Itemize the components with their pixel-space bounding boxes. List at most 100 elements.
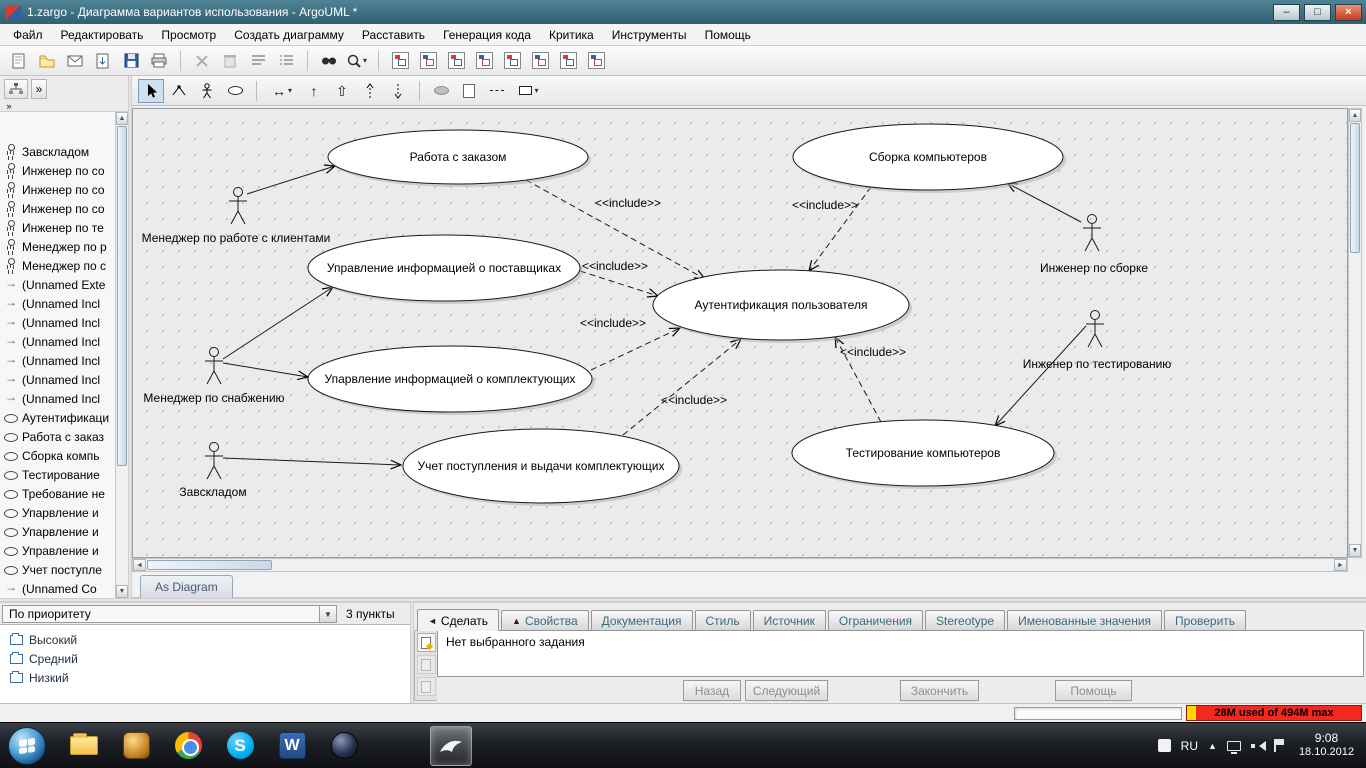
tree-item[interactable]: Работа с заказ [0,427,127,446]
broken-line-tool[interactable] [166,79,192,103]
association-warehouse-accounting[interactable] [222,457,403,470]
tree-item[interactable]: Упарвление и [0,503,127,522]
tab-constraints[interactable]: Ограничения [827,610,924,631]
import-icon[interactable] [62,48,88,73]
menu-arrange[interactable]: Расставить [353,25,434,45]
actor-testing-engineer[interactable] [1086,310,1104,348]
association-testing-engineer[interactable] [993,325,1087,428]
scroll-down-icon[interactable]: ▼ [1349,544,1361,557]
menu-help[interactable]: Помощь [696,25,760,45]
tree-item[interactable]: Завскладом [0,142,127,161]
include-tool[interactable] [385,79,411,103]
tray-app-icon[interactable] [1157,739,1171,752]
actor-manager-supply[interactable] [205,347,223,385]
directed-association-tool[interactable]: ↑ [301,79,327,103]
tree-item[interactable]: (Unnamed Exte [0,275,127,294]
state-diagram-icon[interactable] [443,48,469,73]
new-todo-item-button[interactable] [416,633,436,652]
actor-assembly-engineer[interactable] [1083,214,1101,252]
menu-tools[interactable]: Инструменты [603,25,696,45]
help-button[interactable]: Помощь [1055,680,1132,701]
menu-file[interactable]: Файл [4,25,52,45]
explorer-chevron2-button[interactable]: » [2,101,16,111]
checklist-icon[interactable] [273,48,299,73]
tree-item[interactable]: (Unnamed Incl [0,332,127,351]
tree-item[interactable]: (Unnamed Incl [0,370,127,389]
usecase-tool[interactable] [222,79,248,103]
find-icon[interactable] [316,48,342,73]
association-manager-clients-order[interactable] [246,164,337,195]
include-edge-accounting-auth[interactable] [622,338,743,436]
association-tool[interactable]: ↔ ▾ [265,79,299,103]
back-button[interactable]: Назад [683,680,741,701]
zoom-icon[interactable]: ▾ [344,48,370,73]
tree-item[interactable]: Требование не [0,484,127,503]
scrollbar-thumb[interactable] [1350,123,1360,253]
close-button[interactable]: × [1335,3,1362,21]
tab-as-diagram[interactable]: As Diagram [140,575,233,598]
scroll-right-icon[interactable]: ► [1334,559,1347,571]
collaboration-diagram-icon[interactable] [499,48,525,73]
clock[interactable]: 9:08 18.10.2012 [1295,731,1354,760]
tree-item[interactable]: Инженер по со [0,199,127,218]
tree-item[interactable]: (Unnamed Incl [0,389,127,408]
association-manager-supply-components[interactable] [222,362,310,381]
tree-item[interactable]: Инженер по со [0,161,127,180]
todo-item-medium[interactable]: Средний [10,649,410,668]
resolve-item-button[interactable] [416,655,436,674]
memory-monitor[interactable]: 28M used of 494M max [1186,705,1362,721]
tab-stereotype[interactable]: Stereotype [925,610,1006,631]
taskbar-amber-app-icon[interactable] [115,726,157,766]
diagram-canvas[interactable]: Работа с заказом Сборка компьютеров Упра… [132,108,1348,558]
include-edge-suppliers-auth[interactable] [579,270,660,298]
tab-todo[interactable]: ◄ Сделать [417,609,500,631]
todo-item-low[interactable]: Низкий [10,668,410,687]
association-assembly-engineer[interactable] [1005,182,1082,223]
network-icon[interactable] [1226,740,1241,754]
menu-create-diagram[interactable]: Создать диаграмму [225,25,353,45]
comment-tool[interactable] [456,79,482,103]
dropdown-caret-icon[interactable]: ▼ [319,606,336,622]
taskbar-argouml-active-icon[interactable] [430,725,472,766]
language-indicator[interactable]: RU [1181,739,1198,753]
include-edge-components-auth[interactable] [590,327,682,371]
extension-point-tool[interactable] [428,79,454,103]
new-project-icon[interactable] [6,48,32,73]
tree-item[interactable]: Менеджер по р [0,237,127,256]
tree-item[interactable]: Инженер по те [0,218,127,237]
export-icon[interactable] [90,48,116,73]
association-manager-supply-suppliers[interactable] [222,286,335,360]
save-icon[interactable] [118,48,144,73]
tab-source[interactable]: Источник [752,610,826,631]
menu-generation[interactable]: Генерация кода [434,25,540,45]
tab-documentation[interactable]: Документация [590,610,693,631]
taskbar-skype-icon[interactable] [219,726,261,766]
taskbar-media-icon[interactable] [323,726,365,766]
start-button[interactable] [8,726,46,765]
tree-item[interactable]: Тестирование [0,465,127,484]
deployment-diagram-icon[interactable] [527,48,553,73]
canvas-vscrollbar[interactable]: ▲ ▼ [1348,108,1362,558]
action-center-flag-icon[interactable] [1273,739,1285,752]
tree-item[interactable]: Инженер по со [0,180,127,199]
taskbar-chrome-icon[interactable] [167,726,209,766]
scrollbar-thumb[interactable] [147,560,272,570]
tab-style[interactable]: Стиль [694,610,751,631]
scrollbar-thumb[interactable] [117,126,127,466]
tree-item[interactable]: Учет поступле [0,560,127,579]
tree-item[interactable]: Управление и [0,541,127,560]
scroll-up-icon[interactable]: ▲ [1349,109,1361,122]
tree-item[interactable]: (Unnamed Incl [0,351,127,370]
show-hidden-icons-icon[interactable]: ▲ [1208,741,1217,751]
generalization-tool[interactable]: ⇧ [329,79,355,103]
usecase-diagram-icon[interactable] [387,48,413,73]
tree-item[interactable]: Менеджер по с [0,256,127,275]
tab-tagged-values[interactable]: Именованные значения [1007,610,1163,631]
volume-icon[interactable] [1250,740,1266,752]
sequence-diagram-icon[interactable] [555,48,581,73]
comment-link-tool[interactable] [484,79,510,103]
tree-item[interactable]: Сборка компь [0,446,127,465]
finish-button[interactable]: Закончить [900,680,979,701]
scroll-left-icon[interactable]: ◄ [133,559,146,571]
taskbar-word-icon[interactable] [271,726,313,766]
